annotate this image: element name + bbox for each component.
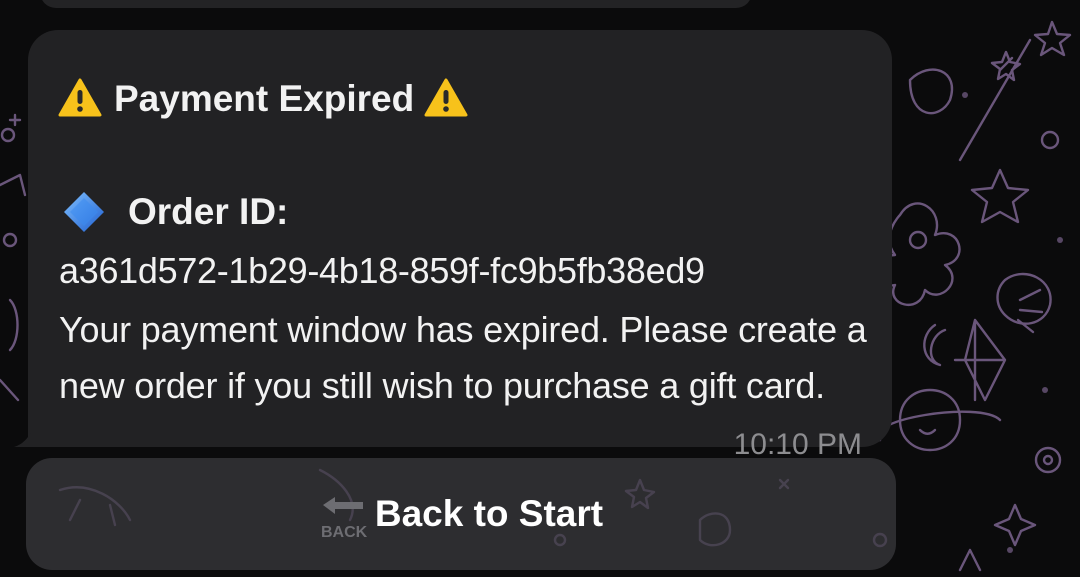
order-id-label-text: Order ID: <box>128 191 289 232</box>
message-body: Your payment window has expired. Please … <box>59 309 867 406</box>
blue-diamond-icon <box>64 192 104 232</box>
warning-icon <box>58 78 102 117</box>
message-timestamp: 10:10 PM <box>733 428 862 461</box>
order-id-value: a361d572-1b29-4b18-859f-fc9b5fb38ed9 <box>59 250 705 291</box>
back-arrow-icon: BACK <box>321 497 368 541</box>
previous-message-bubble <box>40 0 752 8</box>
warning-icon <box>424 78 468 117</box>
bubble-tail <box>14 426 34 447</box>
back-icon-text: BACK <box>321 524 368 541</box>
back-to-start-button[interactable]: BACK Back to Start <box>26 458 896 570</box>
back-to-start-label: Back to Start <box>374 493 604 534</box>
order-id-label: Order ID: <box>62 190 288 234</box>
message-title: Payment Expired <box>58 78 468 118</box>
message-bubble: Payment Expired Order ID: a361d572-1b29-… <box>28 30 892 461</box>
message-title-text: Payment Expired <box>114 77 415 119</box>
